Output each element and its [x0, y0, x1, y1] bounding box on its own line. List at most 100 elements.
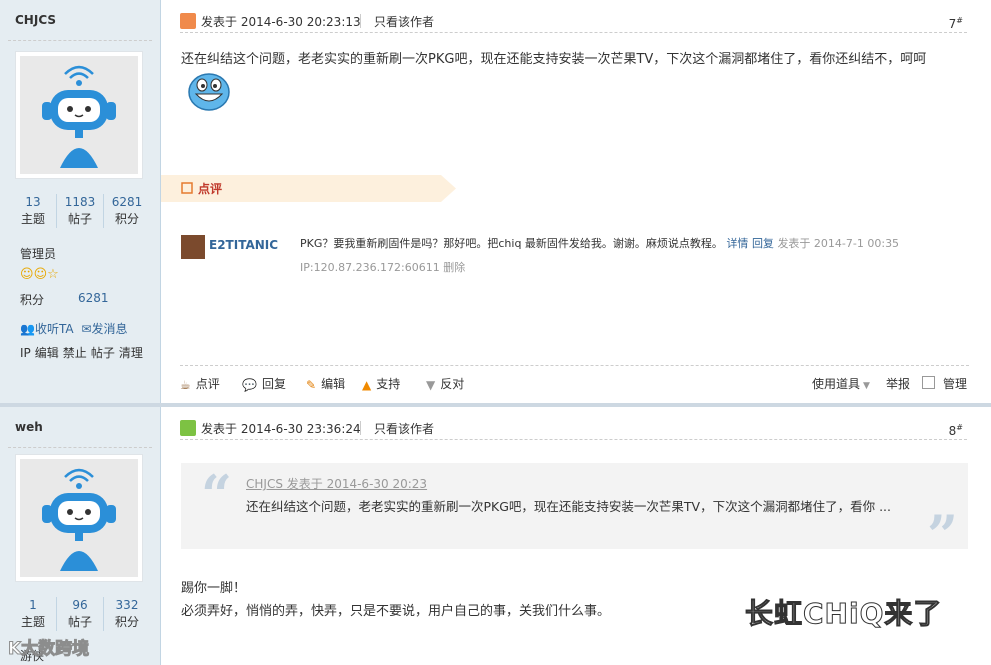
follow-icon: 👥 — [20, 322, 35, 336]
rank-icons: ☺☺☆ — [20, 267, 59, 282]
stat-label: 帖子 — [67, 615, 92, 629]
author-stats: 1 主题 96 帖子 332 积分 — [10, 597, 150, 631]
manage-checkbox[interactable]: 管理 — [922, 375, 967, 392]
comment-reply-link[interactable]: 回复 — [752, 237, 774, 250]
mail-icon: ✉ — [81, 322, 92, 336]
robot-avatar-icon — [20, 459, 138, 577]
post-info-bar: 发表于 2014-6-30 23:36:24 只看该作者 8# — [180, 419, 967, 440]
chevron-down-icon: ▼ — [863, 381, 870, 391]
divider — [360, 14, 361, 28]
avatar[interactable] — [15, 454, 143, 582]
admin-actions: IP 编辑 禁止 帖子 清理 — [20, 344, 147, 361]
oppose-button-label: 反对 — [440, 377, 465, 391]
stat-value[interactable]: 96 — [57, 597, 103, 613]
post-text: 还在纠结这个问题，老老实实的重新刷一次PKG吧，现在还能支持安装一次芒果TV，下… — [181, 52, 927, 67]
stat-label: 主题 — [20, 212, 45, 226]
down-arrow-icon: ▼ — [426, 377, 436, 392]
post-time: 发表于 2014-6-30 23:36:24 — [201, 422, 361, 436]
stat-points[interactable]: 6281 积分 — [103, 194, 150, 228]
only-author-link[interactable]: 只看该作者 — [374, 420, 434, 437]
post-floor-7: CHJCS 13 主题 1183 帖子 6281 积分 管理员 ☺☺☆ 积分 6… — [0, 0, 991, 403]
commenter-avatar[interactable] — [181, 235, 205, 259]
stat-value[interactable]: 13 — [10, 194, 56, 210]
stat-posts[interactable]: 1183 帖子 — [56, 194, 103, 228]
edit-button[interactable]: ✎ 编辑 — [306, 375, 345, 392]
comment-ip: IP:120.87.236.172:60611 — [300, 261, 440, 274]
checkbox-icon[interactable] — [922, 376, 935, 389]
pencil-icon: ✎ — [306, 377, 317, 392]
commenter-name[interactable]: E2TITANIC — [209, 238, 278, 252]
close-quote-icon: ” — [926, 503, 958, 567]
author-name[interactable]: weh — [15, 420, 43, 434]
post-line: 必须弄好，悄悄的弄，快弄，只是不要说，用户自己的事，关我们什么事。 — [181, 604, 611, 619]
reply-button[interactable]: 💬 回复 — [242, 375, 286, 392]
stat-value[interactable]: 6281 — [104, 194, 150, 210]
post-footer: ☕ 点评 💬 回复 ✎ 编辑 ▲ 支持 ▼ 反对 使用道具 ▼ 举报 管理 — [180, 365, 969, 394]
watermark-site: K大数跨境 — [7, 639, 90, 660]
only-author-link[interactable]: 只看该作者 — [374, 13, 434, 30]
comment-section-header: 点评 — [161, 175, 456, 202]
comment-time: 发表于 2014-7-1 00:35 — [777, 237, 900, 250]
comment-button-label: 点评 — [195, 377, 220, 391]
stat-label: 帖子 — [67, 212, 92, 226]
floor-number[interactable]: 8# — [949, 423, 963, 438]
user-posts-link[interactable]: 帖子 — [91, 346, 115, 360]
smiley-icon: ☺ — [20, 267, 34, 282]
tools-menu[interactable]: 使用道具 ▼ — [812, 375, 870, 392]
comment-button[interactable]: ☕ 点评 — [180, 375, 220, 392]
avatar[interactable] — [15, 51, 143, 179]
score-value: 6281 — [78, 291, 109, 305]
post-time: 发表于 2014-6-30 20:23:13 — [201, 15, 361, 29]
stat-points[interactable]: 332 积分 — [103, 597, 150, 631]
post-content: 踢你一脚！ 必须弄好，悄悄的弄，快弄，只是不要说，用户自己的事，关我们什么事。 — [181, 577, 610, 623]
speech-bubble-icon: 💬 — [242, 377, 257, 392]
manage-label: 管理 — [943, 377, 968, 391]
edit-user-link[interactable]: 编辑 — [35, 346, 59, 360]
robot-avatar-icon — [20, 56, 138, 174]
user-actions: 👥收听TA ✉发消息 — [20, 320, 127, 337]
support-button[interactable]: ▲ 支持 — [362, 375, 400, 392]
watermark-brand: 长虹CHiQ来了 — [744, 597, 943, 631]
ip-link[interactable]: IP — [20, 346, 31, 360]
stat-value[interactable]: 332 — [104, 597, 150, 613]
quote-source-link[interactable]: CHJCS 发表于 2014-6-30 20:23 — [246, 475, 427, 492]
laughing-emoji-icon — [187, 72, 231, 121]
oppose-button[interactable]: ▼ 反对 — [426, 375, 464, 392]
reply-button-label: 回复 — [261, 377, 286, 391]
stat-threads[interactable]: 1 主题 — [10, 597, 56, 631]
score-label: 积分 — [20, 293, 45, 307]
follow-link[interactable]: 收听TA — [35, 322, 74, 336]
author-sidebar: weh 1 主题 96 帖子 332 积分 游侠 — [0, 407, 161, 665]
stat-posts[interactable]: 96 帖子 — [56, 597, 103, 631]
post-info-bar: 发表于 2014-6-30 20:23:13 只看该作者 7# — [180, 12, 967, 33]
ban-link[interactable]: 禁止 — [63, 346, 87, 360]
report-button[interactable]: 举报 — [886, 375, 910, 392]
quote-block: “ CHJCS 发表于 2014-6-30 20:23 还在纠结这个问题，老老实… — [181, 463, 968, 567]
stat-label: 主题 — [20, 615, 45, 629]
divider — [8, 447, 152, 448]
divider — [8, 40, 152, 41]
stat-value[interactable]: 1 — [10, 597, 56, 613]
report-label: 举报 — [886, 377, 911, 391]
author-sidebar: CHJCS 13 主题 1183 帖子 6281 积分 管理员 ☺☺☆ 积分 6… — [0, 0, 161, 403]
stat-label: 积分 — [114, 615, 139, 629]
post-line: 踢你一脚！ — [181, 581, 247, 596]
comment-body: PKG？要我重新刷固件是吗？那好吧。把chiq 最新固件发给我。谢谢。麻烦说点教… — [300, 232, 940, 280]
up-arrow-icon: ▲ — [362, 377, 372, 392]
author-online-icon — [180, 13, 196, 29]
star-icon: ☆ — [47, 267, 59, 282]
smiley-icon: ☺ — [33, 267, 48, 282]
comment-text: PKG？要我重新刷固件是吗？那好吧。把chiq 最新固件发给我。谢谢。麻烦说点教… — [300, 237, 723, 250]
message-link[interactable]: 发消息 — [91, 322, 127, 336]
clean-link[interactable]: 清理 — [119, 346, 143, 360]
tools-label: 使用道具 — [812, 377, 861, 391]
comment-detail-link[interactable]: 详情 — [726, 237, 748, 250]
comment-delete-link[interactable]: 删除 — [443, 261, 465, 274]
stat-threads[interactable]: 13 主题 — [10, 194, 56, 228]
comment-title: 点评 — [198, 182, 223, 196]
stat-value[interactable]: 1183 — [57, 194, 103, 210]
floor-number[interactable]: 7# — [949, 16, 963, 31]
author-name[interactable]: CHJCS — [15, 13, 56, 27]
author-online-icon — [180, 420, 196, 436]
user-group[interactable]: 管理员 — [20, 245, 56, 262]
